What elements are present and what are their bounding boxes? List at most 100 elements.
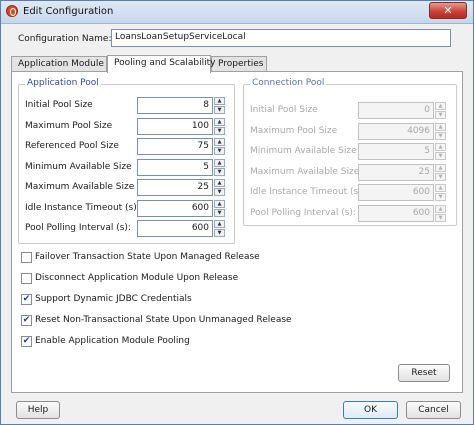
app_pool-idle-instance-timeout-spinner[interactable]: 600 ▲ ▼ (137, 199, 225, 217)
configuration-name-input[interactable]: LoansLoanSetupServiceLocal (111, 29, 451, 47)
app_pool-maximum-pool-size-input[interactable]: 100 (137, 117, 213, 135)
app_pool-maximum-available-size-input[interactable]: 25 (137, 179, 213, 196)
app_pool-pool-polling-interval-input[interactable]: 600 (137, 220, 213, 237)
spinner-buttons: ▲ ▼ (214, 117, 225, 135)
app_pool-pool-polling-interval-spinner[interactable]: 600 ▲ ▼ (137, 220, 225, 237)
conn_pool-minimum-available-size-spinner[interactable]: 5 ▲ ▼ (358, 143, 446, 160)
app_pool-maximum-available-size-spinner[interactable]: 25 ▲ ▼ (137, 179, 225, 196)
app_pool-minimum-available-size-spinner[interactable]: 5 ▲ ▼ (137, 158, 225, 176)
spin-up-icon[interactable]: ▲ (435, 184, 446, 192)
spin-up-icon[interactable]: ▲ (214, 179, 225, 187)
spin-up-icon[interactable]: ▲ (435, 204, 446, 213)
spin-down-icon[interactable]: ▼ (214, 147, 225, 155)
title-bar[interactable]: Edit Configuration ✕ (1, 1, 473, 24)
reset-button[interactable]: Reset (398, 364, 450, 382)
spin-down-icon[interactable]: ▼ (214, 208, 225, 217)
spin-up-icon[interactable]: ▲ (214, 117, 225, 126)
help-button[interactable]: Help (16, 401, 60, 419)
spin-up-icon[interactable]: ▲ (435, 163, 446, 172)
conn_pool-maximum-pool-size-label: Maximum Pool Size (250, 125, 338, 136)
checkbox-label: Failover Transaction State Upon Managed … (35, 252, 260, 262)
spin-up-icon[interactable]: ▲ (214, 199, 225, 208)
spin-down-icon[interactable]: ▼ (214, 167, 225, 176)
spin-down-icon[interactable]: ▼ (214, 126, 225, 135)
tab-properties[interactable]: Properties (211, 56, 267, 72)
checkbox-checked[interactable]: ✔ (21, 336, 32, 347)
spin-down-icon[interactable]: ▼ (214, 106, 225, 114)
app_pool-idle-instance-timeout-input[interactable]: 600 (137, 199, 213, 217)
app_pool-maximum-available-size-label: Maximum Available Size (25, 182, 135, 192)
checkbox-label: Support Dynamic JDBC Credentials (35, 294, 192, 304)
spinner-buttons: ▲ ▼ (435, 204, 446, 222)
close-button[interactable]: ✕ (429, 2, 467, 19)
ok-button[interactable]: OK (343, 401, 398, 419)
spinner-buttons: ▲ ▼ (214, 138, 225, 155)
tab-application-module[interactable]: Application Module (11, 56, 107, 72)
tab-pooling-and-scalability[interactable]: Pooling and Scalability (107, 55, 215, 73)
app_pool-minimum-available-size-label: Minimum Available Size (25, 161, 132, 172)
spin-up-icon[interactable]: ▲ (214, 97, 225, 105)
connection-pool-group: Connection Pool Initial Pool Size 0 ▲ ▼ Maxi… (243, 78, 457, 226)
conn_pool-minimum-available-size-input[interactable]: 5 (358, 143, 434, 160)
app_pool-referenced-pool-size-label: Referenced Pool Size (25, 141, 119, 151)
spin-up-icon[interactable]: ▲ (435, 143, 446, 151)
spin-up-icon[interactable]: ▲ (214, 138, 225, 146)
app_pool-maximum-pool-size-spinner[interactable]: 100 ▲ ▼ (137, 117, 225, 135)
checkbox-checked[interactable]: ✔ (21, 315, 32, 326)
spinner-buttons: ▲ ▼ (214, 97, 225, 114)
conn_pool-maximum-pool-size-input[interactable]: 4096 (358, 122, 434, 140)
spinner-buttons: ▲ ▼ (435, 102, 446, 119)
spin-up-icon[interactable]: ▲ (435, 102, 446, 110)
spin-down-icon[interactable]: ▼ (435, 172, 446, 181)
app_pool-referenced-pool-size-input[interactable]: 75 (137, 138, 213, 155)
spinner-buttons: ▲ ▼ (435, 163, 446, 181)
spin-down-icon[interactable]: ▼ (435, 213, 446, 222)
conn_pool-pool-polling-interval-spinner[interactable]: 600 ▲ ▼ (358, 204, 446, 222)
spin-down-icon[interactable]: ▼ (435, 111, 446, 119)
conn_pool-maximum-available-size-spinner[interactable]: 25 ▲ ▼ (358, 163, 446, 181)
checkbox-unchecked[interactable] (21, 252, 32, 263)
edit-configuration-dialog: Edit Configuration ✕ Configuration Name:… (0, 0, 474, 425)
spinner-buttons: ▲ ▼ (435, 184, 446, 201)
app_pool-referenced-pool-size-spinner[interactable]: 75 ▲ ▼ (137, 138, 225, 155)
spin-down-icon[interactable]: ▼ (435, 152, 446, 160)
conn_pool-idle-instance-timeout-label: Idle Instance Timeout (s): (250, 187, 365, 197)
checkbox-checked[interactable]: ✔ (21, 294, 32, 305)
pooling-tab-panel: Application Pool Initial Pool Size 8 ▲ ▼ Max… (11, 71, 463, 393)
conn_pool-idle-instance-timeout-spinner[interactable]: 600 ▲ ▼ (358, 184, 446, 201)
conn_pool-initial-pool-size-input[interactable]: 0 (358, 102, 434, 119)
spin-up-icon[interactable]: ▲ (214, 220, 225, 228)
cancel-button[interactable]: Cancel (406, 401, 461, 419)
conn_pool-initial-pool-size-spinner[interactable]: 0 ▲ ▼ (358, 102, 446, 119)
conn_pool-pool-polling-interval-label: Pool Polling Interval (s): (250, 207, 356, 218)
conn_pool-maximum-available-size-label: Maximum Available Size (250, 166, 360, 177)
conn_pool-pool-polling-interval-input[interactable]: 600 (358, 204, 434, 222)
app_pool-initial-pool-size-spinner[interactable]: 8 ▲ ▼ (137, 97, 225, 114)
app_pool-pool-polling-interval-label: Pool Polling Interval (s): (25, 223, 131, 233)
app_pool-initial-pool-size-input[interactable]: 8 (137, 97, 213, 114)
spin-down-icon[interactable]: ▼ (435, 193, 446, 201)
application-pool-title: Application Pool (25, 78, 101, 88)
conn_pool-maximum-pool-size-spinner[interactable]: 4096 ▲ ▼ (358, 122, 446, 140)
app_pool-maximum-pool-size-label: Maximum Pool Size (25, 120, 113, 131)
spin-down-icon[interactable]: ▼ (214, 188, 225, 196)
spin-up-icon[interactable]: ▲ (435, 122, 446, 131)
conn_pool-maximum-available-size-input[interactable]: 25 (358, 163, 434, 181)
spinner-buttons: ▲ ▼ (214, 179, 225, 196)
configuration-name-label: Configuration Name: (18, 34, 112, 44)
conn_pool-idle-instance-timeout-input[interactable]: 600 (358, 184, 434, 201)
app_pool-idle-instance-timeout-label: Idle Instance Timeout (s): (25, 202, 140, 213)
spinner-buttons: ▲ ▼ (214, 199, 225, 217)
conn_pool-minimum-available-size-label: Minimum Available Size (250, 146, 357, 156)
window-title: Edit Configuration (23, 6, 114, 17)
app_pool-minimum-available-size-input[interactable]: 5 (137, 158, 213, 176)
application-pool-group: Application Pool Initial Pool Size 8 ▲ ▼ Max… (18, 78, 235, 244)
checkbox-label: Enable Application Module Pooling (35, 336, 190, 346)
spinner-buttons: ▲ ▼ (214, 158, 225, 176)
spin-up-icon[interactable]: ▲ (214, 158, 225, 167)
checkbox-unchecked[interactable] (21, 273, 32, 284)
spin-down-icon[interactable]: ▼ (214, 229, 225, 237)
spinner-buttons: ▲ ▼ (435, 143, 446, 160)
spin-down-icon[interactable]: ▼ (435, 131, 446, 140)
connection-pool-title: Connection Pool (250, 78, 327, 88)
